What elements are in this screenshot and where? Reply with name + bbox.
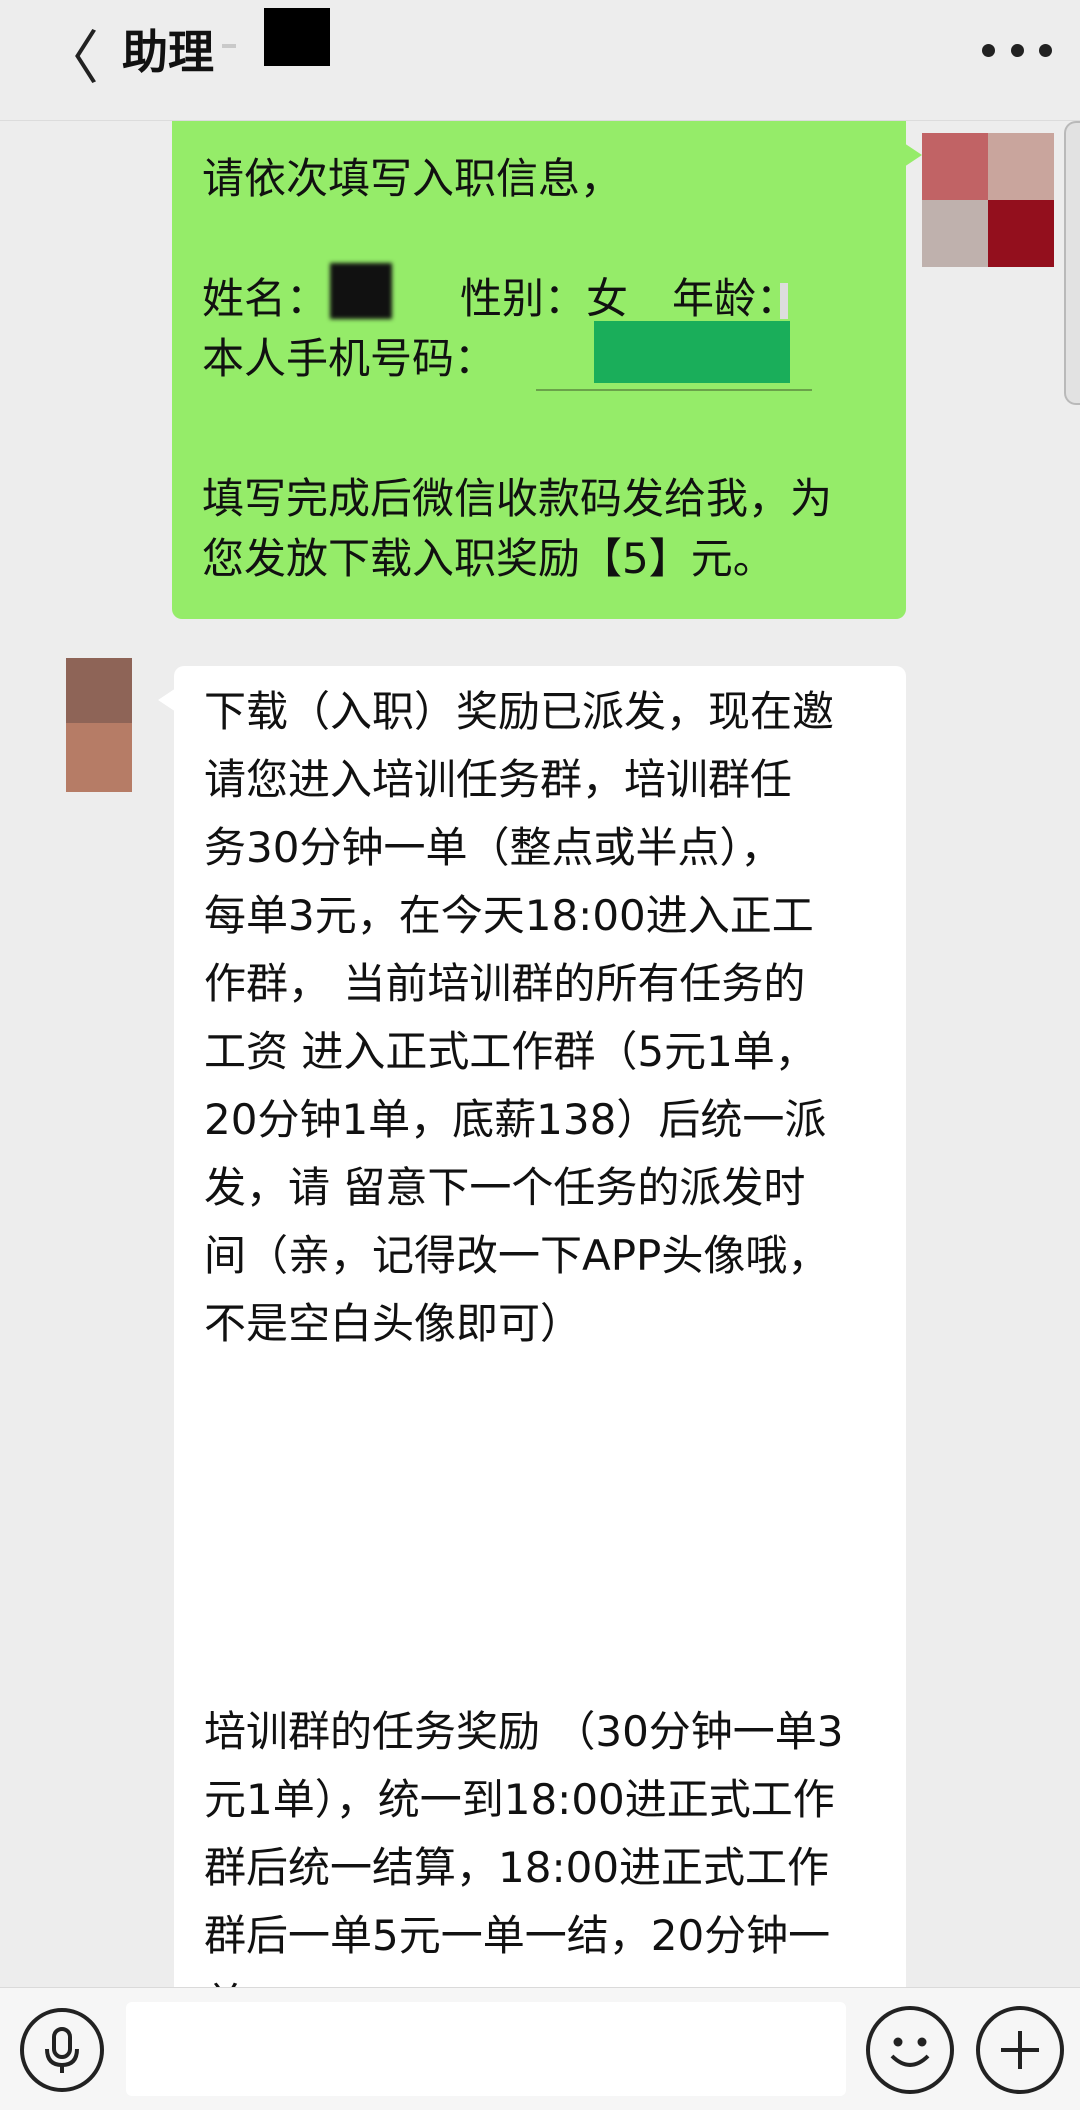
message-text-line: 请依次填写入职信息，: [202, 154, 623, 203]
incoming-message-bubble[interactable]: 下载（入职）奖励已派发，现在邀 请您进入培训任务群，培训群任 务30分钟一单（整…: [158, 666, 906, 1987]
message-text-line: 作群， 当前培训群的所有任务的: [204, 959, 806, 1008]
message-text-line: 单: [204, 1976, 246, 1987]
redacted-name-block: [264, 8, 330, 66]
message-text-line: 请您进入培训任务群，培训群任: [204, 755, 793, 804]
chevron-left-icon: 〈: [40, 24, 99, 92]
redacted-name: [330, 263, 392, 319]
message-input-bar: [0, 1987, 1080, 2110]
chat-title: 助理: [122, 25, 214, 79]
message-text-line: 群后统一结算，18:00进正式工作: [204, 1843, 830, 1892]
message-text-line: 下载（入职）奖励已派发，现在邀: [204, 687, 835, 736]
message-text-line: 工资 进入正式工作群（5元1单，: [204, 1027, 817, 1076]
chat-message-list[interactable]: 请依次填写入职信息， 姓名： 性别：女 年龄： 本人手机号码： 填写完成后微信收…: [0, 121, 1080, 1987]
redacted-phone: [594, 321, 790, 383]
more-dots-icon: [1010, 43, 1024, 57]
outgoing-message-bubble[interactable]: 请依次填写入职信息， 姓名： 性别：女 年龄： 本人手机号码： 填写完成后微信收…: [172, 121, 922, 619]
message-text-line: 培训群的任务奖励 （30分钟一单3: [204, 1707, 844, 1756]
self-avatar[interactable]: [922, 133, 1054, 267]
message-text-line: 间（亲，记得改一下APP头像哦，: [204, 1231, 830, 1280]
plus-icon: [1001, 2031, 1039, 2069]
message-text-line: 群后一单5元一单一结，20分钟一: [204, 1911, 831, 1960]
message-text-line: 本人手机号码：: [202, 334, 497, 383]
message-input[interactable]: [126, 2002, 846, 2096]
title-separator: [222, 44, 236, 48]
back-button[interactable]: 〈: [40, 18, 100, 98]
microphone-icon: [45, 2027, 79, 2073]
more-dots-icon: [982, 43, 995, 57]
message-text-line: 填写完成后微信收款码发给我，为: [202, 474, 833, 523]
message-text-line: 元1单），统一到18:00进正式工作: [204, 1775, 835, 1824]
message-text-line: 20分钟1单，底薪138）后统一派: [204, 1095, 827, 1144]
smiley-icon: [890, 2037, 930, 2067]
message-text-line: 每单3元，在今天18:00进入正工: [204, 891, 814, 940]
redacted-age: [780, 283, 788, 319]
chat-header: 〈 助理: [0, 0, 1080, 121]
more-functions-button[interactable]: [976, 2006, 1064, 2094]
message-text-line: 姓名：: [202, 274, 329, 323]
message-text-line: 您发放下载入职奖励【5】元。: [202, 534, 775, 583]
scroll-handle[interactable]: [1064, 121, 1080, 405]
message-text-line: 性别：女: [460, 274, 629, 323]
phone-underline: [536, 389, 812, 391]
more-options-button[interactable]: [982, 30, 1052, 70]
message-text-line: 不是空白头像即可）: [204, 1299, 583, 1348]
message-text-line: 务30分钟一单（整点或半点），: [204, 823, 783, 872]
more-dots-icon: [1039, 43, 1052, 57]
message-text-line: 发，请 留意下一个任务的派发时: [204, 1163, 806, 1212]
voice-input-button[interactable]: [20, 2008, 104, 2092]
emoji-button[interactable]: [866, 2006, 954, 2094]
contact-avatar[interactable]: [66, 658, 132, 792]
